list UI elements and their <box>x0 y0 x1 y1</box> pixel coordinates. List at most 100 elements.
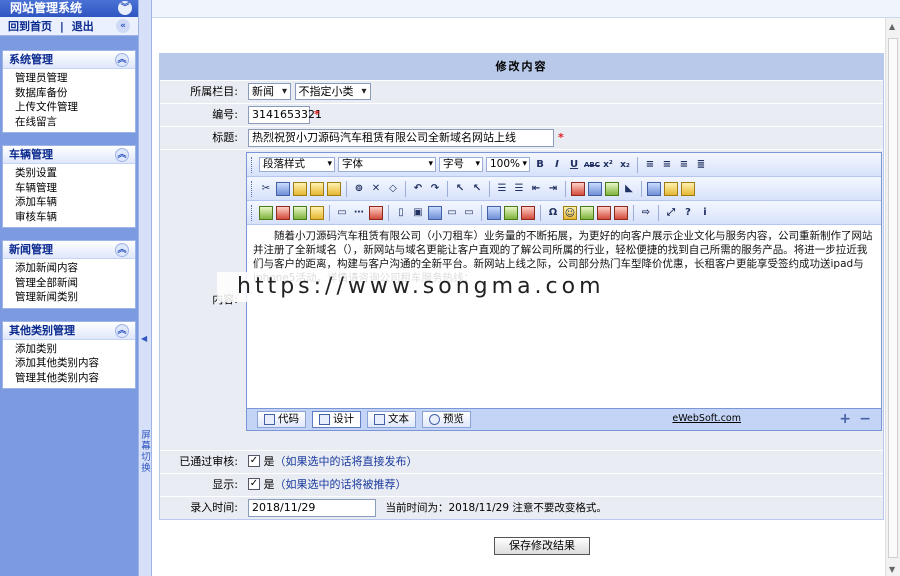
redo-icon[interactable]: ↷ <box>428 182 442 196</box>
underline-icon[interactable]: U <box>567 158 581 172</box>
menu-item-admin[interactable]: 管理员管理 <box>15 71 135 86</box>
vertical-scrollbar[interactable]: ▲ ▼ <box>885 18 900 576</box>
dashed-box-icon[interactable]: ⋯ <box>352 206 366 220</box>
ordered-list-icon[interactable]: ☰ <box>495 182 509 196</box>
paragraph-style-select[interactable]: 段落样式 <box>259 157 335 172</box>
menu-item-add-news[interactable]: 添加新闻内容 <box>15 261 135 276</box>
menu-item-review-vehicle[interactable]: 审核车辆 <box>15 210 135 225</box>
emoticon-icon[interactable]: ☺ <box>563 205 577 220</box>
textbox-icon[interactable]: ▭ <box>335 206 349 220</box>
undo-icon[interactable]: ↶ <box>411 182 425 196</box>
paste-text-icon[interactable] <box>310 181 324 196</box>
splitter-label[interactable]: 屏幕切换 <box>140 430 152 474</box>
scroll-down-icon[interactable]: ▼ <box>889 565 895 574</box>
anchor-icon[interactable] <box>504 205 518 220</box>
menu-item-db-backup[interactable]: 数据库备份 <box>15 86 135 101</box>
paste-word-icon[interactable] <box>327 181 341 196</box>
select-all-icon[interactable]: ↖ <box>453 182 467 196</box>
format-brush-icon[interactable]: ◣ <box>622 182 636 196</box>
indent-icon[interactable]: ⇥ <box>546 182 560 196</box>
collapse-all-icon[interactable]: ︾ <box>118 1 132 15</box>
delete-icon[interactable]: ✕ <box>369 182 383 196</box>
link-icon[interactable] <box>487 205 501 220</box>
menu-item-category-settings[interactable]: 类别设置 <box>15 166 135 181</box>
menu-item-manage-other-content[interactable]: 管理其他类别内容 <box>15 371 135 386</box>
outdent-icon[interactable]: ⇤ <box>529 182 543 196</box>
bold-icon[interactable]: B <box>533 158 547 172</box>
expand-editor-icon[interactable]: + <box>839 411 851 427</box>
help-icon[interactable]: ? <box>681 206 695 220</box>
category-select[interactable]: 新闻 <box>248 83 291 100</box>
scroll-up-icon[interactable]: ▲ <box>889 22 895 31</box>
collapse-sidebar-icon[interactable]: « <box>116 19 130 33</box>
chevron-up-icon[interactable]: ︽ <box>115 148 129 162</box>
font-size-select[interactable]: 字号 <box>439 157 483 172</box>
display-checkbox[interactable]: ✓ <box>248 478 260 490</box>
tab-text[interactable]: 文本 <box>367 411 416 428</box>
template-icon[interactable]: ▣ <box>411 206 425 220</box>
text-color-icon[interactable] <box>571 181 585 196</box>
menu-item-add-vehicle[interactable]: 添加车辆 <box>15 195 135 210</box>
superscript-icon[interactable]: x² <box>601 158 615 172</box>
align-left-icon[interactable]: ≡ <box>643 158 657 172</box>
menu-item-add-category[interactable]: 添加类别 <box>15 342 135 357</box>
media-icon[interactable] <box>293 205 307 220</box>
excel-icon[interactable] <box>580 205 594 220</box>
image-icon[interactable] <box>259 205 273 220</box>
special-char-icon[interactable]: Ω <box>546 206 560 220</box>
tab-preview[interactable]: 预览 <box>422 411 471 428</box>
editor-content-area[interactable]: 随着小刀源码汽车租赁有限公司（小刀租车）业务量的不断拓展，为更好的向客户展示企业… <box>247 225 881 408</box>
button-icon[interactable]: ▭ <box>445 206 459 220</box>
highlight-icon[interactable] <box>605 181 619 196</box>
time-input[interactable]: 2018/11/29 <box>248 499 376 517</box>
unlink-icon[interactable] <box>521 205 535 220</box>
about-icon[interactable]: i <box>698 206 712 220</box>
menu-item-manage-news[interactable]: 管理全部新闻 <box>15 276 135 291</box>
save-button[interactable]: 保存修改结果 <box>494 537 590 555</box>
align-right-icon[interactable]: ≡ <box>677 158 691 172</box>
panel-system-header[interactable]: 系统管理 ︽ <box>3 51 135 69</box>
menu-item-news-categories[interactable]: 管理新闻类别 <box>15 290 135 305</box>
chevron-up-icon[interactable]: ︽ <box>115 53 129 67</box>
time-icon[interactable] <box>614 205 628 220</box>
menu-item-messages[interactable]: 在线留言 <box>15 115 135 130</box>
menu-item-vehicle-manage[interactable]: 车辆管理 <box>15 181 135 196</box>
table-icon[interactable] <box>647 181 661 196</box>
home-link[interactable]: 回到首页 <box>8 20 52 33</box>
page-icon[interactable]: ▯ <box>394 206 408 220</box>
real-media-icon[interactable] <box>310 205 324 220</box>
title-input[interactable]: 热烈祝贺小刀源码汽车租赁有限公司全新域名网站上线 <box>248 129 554 147</box>
flash-icon[interactable] <box>276 205 290 220</box>
approved-checkbox[interactable]: ✓ <box>248 455 260 467</box>
copy-icon[interactable] <box>276 181 290 196</box>
arrow-left-icon[interactable]: ◀ <box>141 334 147 343</box>
font-select[interactable]: 字体 <box>338 157 436 172</box>
chevron-up-icon[interactable]: ︽ <box>115 243 129 257</box>
find-icon[interactable]: ⊚ <box>352 182 366 196</box>
tab-design[interactable]: 设计 <box>312 411 361 428</box>
editor-brand-link[interactable]: eWebSoft.com <box>672 413 741 424</box>
strikethrough-icon[interactable]: ABC <box>584 158 600 172</box>
marquee-icon[interactable] <box>369 205 383 220</box>
bg-color-icon[interactable] <box>588 181 602 196</box>
scroll-thumb[interactable] <box>888 38 898 558</box>
italic-icon[interactable]: I <box>550 158 564 172</box>
cut-icon[interactable]: ✂ <box>259 182 273 196</box>
eraser-icon[interactable]: ◇ <box>386 182 400 196</box>
layer-icon[interactable] <box>664 181 678 196</box>
date-icon[interactable] <box>597 205 611 220</box>
note-icon[interactable] <box>681 181 695 196</box>
logout-link[interactable]: 退出 <box>72 20 94 33</box>
shrink-editor-icon[interactable]: − <box>859 411 871 427</box>
chevron-up-icon[interactable]: ︽ <box>115 323 129 338</box>
menu-item-add-other-content[interactable]: 添加其他类别内容 <box>15 356 135 371</box>
paste-icon[interactable] <box>293 181 307 196</box>
unselect-icon[interactable]: ↖ <box>470 182 484 196</box>
screen-splitter[interactable]: ◀ 屏幕切换 <box>138 0 152 576</box>
panel-other-header[interactable]: 其他类别管理 ︽ <box>3 321 135 340</box>
subcategory-select[interactable]: 不指定小类 <box>294 83 371 100</box>
align-justify-icon[interactable]: ≣ <box>694 158 708 172</box>
panel-vehicles-header[interactable]: 车辆管理 ︽ <box>3 146 135 164</box>
fullscreen-icon[interactable]: ⤢ <box>664 206 678 220</box>
unordered-list-icon[interactable]: ☰ <box>512 182 526 196</box>
